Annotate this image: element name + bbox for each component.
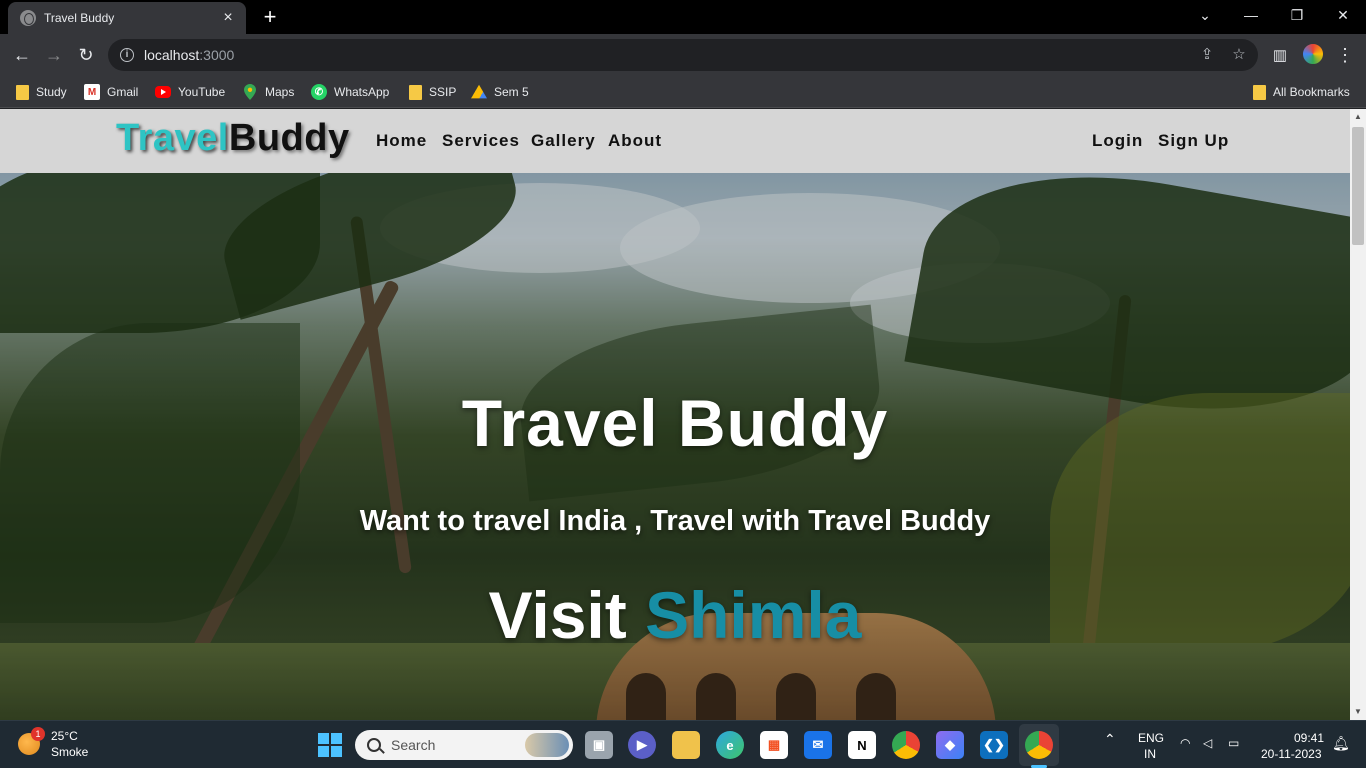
minimize-button[interactable]: —: [1228, 0, 1274, 30]
share-icon[interactable]: ⇪: [1198, 46, 1216, 64]
restore-button[interactable]: ❐: [1274, 0, 1320, 30]
whatsapp-icon: ✆: [311, 84, 327, 100]
vscode-icon[interactable]: ❮❯: [980, 731, 1008, 759]
hero-title: Travel Buddy: [461, 386, 889, 460]
browser-title-bar: Travel Buddy × + ⌄ — ❐ ✕: [0, 0, 1366, 34]
bookmark-label: Sem 5: [494, 85, 529, 99]
browser-toolbar: ← → ↻ i localhost :3000 ⇪ ☆ ▥ ⋮: [0, 34, 1366, 76]
logo-part-buddy: Buddy: [228, 117, 350, 159]
battery-icon[interactable]: ▭: [1228, 736, 1239, 750]
hero-section: Travel Buddy Want to travel India , Trav…: [0, 173, 1350, 720]
folder-icon: [409, 84, 422, 100]
browser-tab[interactable]: Travel Buddy ×: [8, 2, 246, 34]
clock-date[interactable]: 20-11-2023: [1261, 747, 1322, 761]
google-drive-icon: [471, 84, 487, 99]
new-tab-button[interactable]: +: [258, 6, 282, 28]
chrome-profile-icon[interactable]: [1025, 731, 1053, 759]
visit-city: Shimla: [645, 578, 862, 652]
signup-link[interactable]: Sign Up: [1158, 131, 1229, 151]
bookmark-gmail[interactable]: M Gmail: [84, 82, 138, 102]
url-port: :3000: [199, 47, 235, 63]
close-tab-icon[interactable]: ×: [220, 10, 236, 26]
windows-taskbar: 1 25°C Smoke Search ▣ ▶ e ▦ ✉ N ◆ ❮❯ ⌃ E…: [0, 720, 1366, 768]
notion-icon[interactable]: N: [848, 731, 876, 759]
bookmark-label: WhatsApp: [334, 85, 390, 99]
profile-avatar[interactable]: [1301, 42, 1325, 66]
show-hidden-icons-chevron-icon[interactable]: ⌃: [1104, 731, 1116, 748]
url-host: localhost: [144, 47, 200, 63]
site-logo[interactable]: TravelBuddy: [116, 117, 350, 160]
menu-kebab-icon[interactable]: ⋮: [1332, 42, 1358, 68]
bookmark-sem5[interactable]: Sem 5: [471, 82, 529, 102]
nav-home[interactable]: Home: [376, 131, 427, 151]
task-view-icon[interactable]: ▣: [585, 731, 613, 759]
mail-icon[interactable]: ✉: [804, 731, 832, 759]
back-arrow-icon[interactable]: ←: [9, 42, 35, 68]
volume-icon[interactable]: ◁: [1203, 736, 1212, 750]
windows-start-icon[interactable]: [318, 733, 342, 757]
folder-icon: [1253, 84, 1266, 100]
nav-about[interactable]: About: [608, 131, 662, 151]
window-close-button[interactable]: ✕: [1320, 0, 1366, 30]
hero-visit-heading: Visit Shimla: [0, 577, 1350, 653]
all-bookmarks[interactable]: All Bookmarks: [1253, 82, 1350, 102]
hero-subtitle: Want to travel India , Travel with Trave…: [359, 505, 991, 537]
bookmark-star-icon[interactable]: ☆: [1230, 46, 1248, 64]
bookmark-study[interactable]: Study: [16, 82, 67, 102]
address-bar[interactable]: i localhost :3000 ⇪ ☆: [108, 39, 1258, 71]
bookmark-whatsapp[interactable]: ✆ WhatsApp: [311, 82, 389, 102]
scroll-up-arrow-icon[interactable]: ▲: [1350, 109, 1366, 125]
weather-notification-badge: 1: [31, 727, 45, 741]
search-highlight-image: [525, 733, 569, 757]
scroll-down-arrow-icon[interactable]: ▼: [1350, 704, 1366, 720]
login-link[interactable]: Login: [1092, 131, 1143, 151]
tab-search-icon[interactable]: ⌄: [1182, 0, 1228, 30]
nav-services[interactable]: Services: [442, 131, 520, 151]
bookmark-label: Study: [36, 85, 67, 99]
search-icon: [367, 738, 381, 752]
copilot-icon[interactable]: ◆: [936, 731, 964, 759]
weather-temperature[interactable]: 25°C: [51, 729, 78, 743]
file-explorer-icon[interactable]: [672, 731, 700, 759]
bookmark-label: SSIP: [429, 85, 457, 99]
folder-icon: [16, 84, 29, 100]
all-bookmarks-label: All Bookmarks: [1273, 85, 1350, 99]
maps-icon: [242, 84, 258, 100]
tab-title: Travel Buddy: [44, 11, 115, 25]
notification-bell-icon[interactable]: 🔔︎: [1332, 735, 1350, 752]
site-info-icon[interactable]: i: [120, 48, 134, 62]
bookmark-label: Maps: [265, 85, 295, 99]
site-navbar: TravelBuddy Home Services Gallery About …: [0, 109, 1350, 173]
scrollbar-thumb[interactable]: [1352, 127, 1364, 245]
search-placeholder: Search: [391, 737, 436, 753]
microsoft-store-icon[interactable]: ▦: [760, 731, 788, 759]
edge-icon[interactable]: e: [716, 731, 744, 759]
wifi-icon[interactable]: ◠: [1180, 736, 1190, 750]
youtube-icon: [155, 86, 171, 98]
visit-prefix: Visit: [488, 578, 627, 652]
bookmark-maps[interactable]: Maps: [242, 82, 294, 102]
logo-part-travel: Travel: [116, 117, 229, 159]
weather-description[interactable]: Smoke: [51, 745, 88, 759]
teams-chat-icon[interactable]: ▶: [628, 731, 656, 759]
globe-icon: [20, 10, 36, 26]
nav-gallery[interactable]: Gallery: [531, 131, 596, 151]
bookmark-label: YouTube: [178, 85, 226, 99]
side-panel-icon[interactable]: ▥: [1267, 42, 1293, 68]
bookmarks-bar: Study M Gmail YouTube Maps ✆ WhatsApp SS…: [0, 76, 1366, 108]
bookmark-ssip[interactable]: SSIP: [409, 82, 456, 102]
bookmark-label: Gmail: [107, 85, 139, 99]
bookmark-youtube[interactable]: YouTube: [155, 82, 225, 102]
gmail-icon: M: [84, 84, 100, 100]
forward-arrow-icon[interactable]: →: [41, 42, 67, 68]
taskbar-search-box[interactable]: Search: [355, 730, 573, 760]
chrome-icon[interactable]: [892, 731, 920, 759]
page-viewport: TravelBuddy Home Services Gallery About …: [0, 109, 1366, 720]
reload-icon[interactable]: ↻: [73, 42, 99, 68]
input-region[interactable]: IN: [1144, 747, 1156, 761]
clock-time[interactable]: 09:41: [1294, 731, 1324, 745]
input-language[interactable]: ENG: [1138, 731, 1164, 745]
